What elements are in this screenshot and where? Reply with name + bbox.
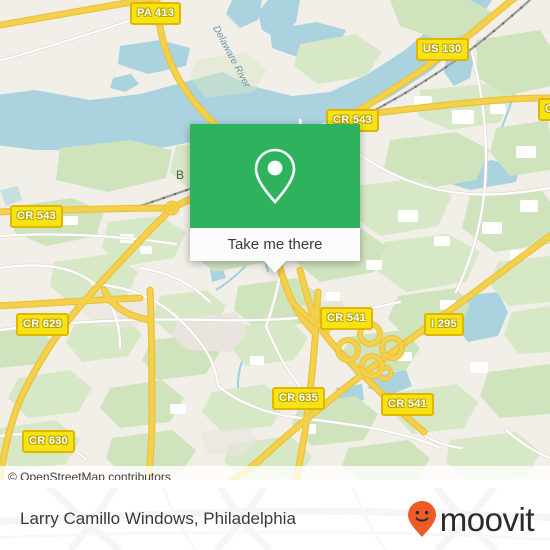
callout-pointer <box>264 261 286 273</box>
shield-cr-541-a: CR 541 <box>320 307 374 330</box>
shield-cr-543-b: CR 543 <box>10 205 64 228</box>
attribution-text: © OpenStreetMap contributors <box>8 470 171 480</box>
shield-us-130: US 130 <box>416 38 469 61</box>
place-title: Larry Camillo Windows, Philadelphia <box>20 509 296 528</box>
card-icon-area <box>190 124 360 228</box>
shield-i-295: I 295 <box>424 313 464 336</box>
attribution-bar: © OpenStreetMap contributors <box>0 466 550 480</box>
shield-cr-630: CR 630 <box>22 430 76 453</box>
moovit-logo: moovit <box>407 488 535 550</box>
place-label-b: B <box>176 168 185 182</box>
map-pin-icon <box>254 148 296 204</box>
shield-partial-right: C <box>538 98 550 121</box>
shield-cr-635: CR 635 <box>272 387 326 410</box>
destination-callout-card[interactable]: Take me there <box>190 124 360 273</box>
map-canvas[interactable]: Delaware River B PA 413 US 130 CR 543 CR… <box>0 0 550 480</box>
moovit-map-screenshot: Delaware River B PA 413 US 130 CR 543 CR… <box>0 0 550 550</box>
shield-cr-629: CR 629 <box>16 313 70 336</box>
take-me-there-button[interactable]: Take me there <box>190 228 360 273</box>
moovit-smiley-pin-icon <box>407 501 436 537</box>
shield-pa-413: PA 413 <box>130 2 182 25</box>
take-me-there-label: Take me there <box>227 236 323 253</box>
moovit-wordmark: moovit <box>439 500 535 538</box>
footer-bar: Larry Camillo Windows, Philadelphia moov… <box>0 488 550 550</box>
shield-cr-541-b: CR 541 <box>381 393 435 416</box>
